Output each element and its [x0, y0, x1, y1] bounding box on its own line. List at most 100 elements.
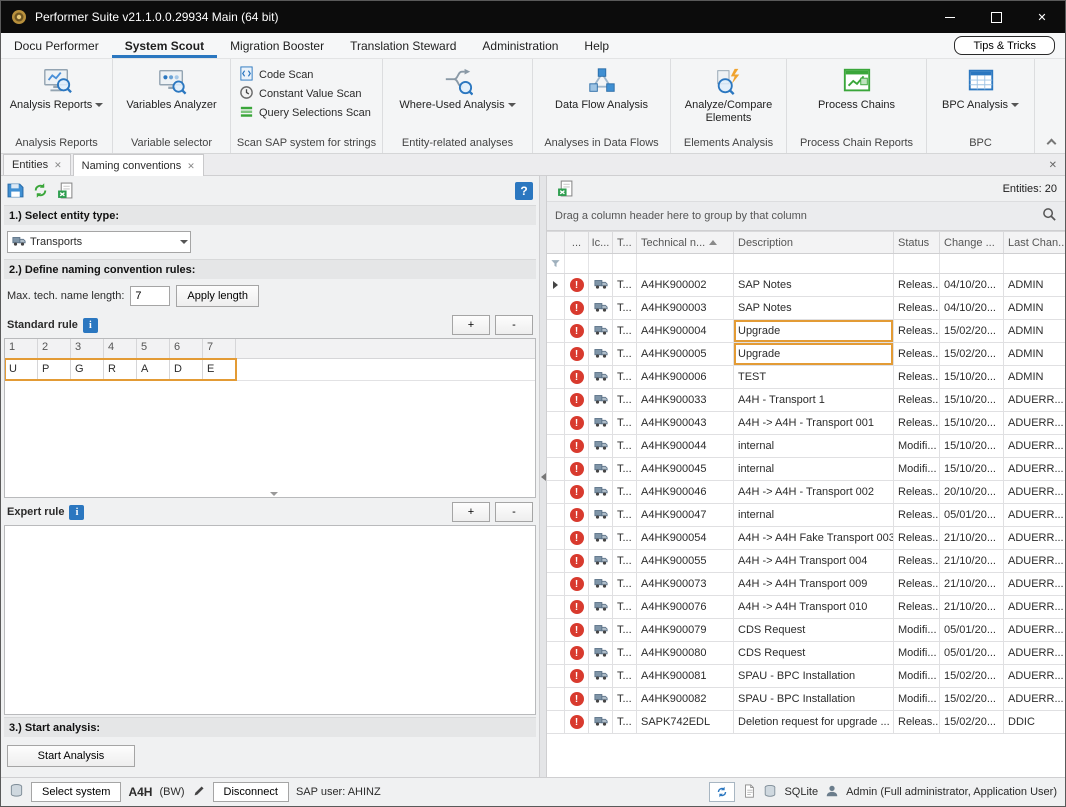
- start-analysis-button[interactable]: Start Analysis: [7, 745, 135, 767]
- column-header-icon[interactable]: Ic...: [589, 232, 613, 253]
- table-row[interactable]: T... A4HK900046 A4H -> A4H - Transport 0…: [547, 481, 1065, 504]
- column-header-change-date[interactable]: Change ...: [940, 232, 1004, 253]
- code-scan-button[interactable]: Code Scan: [239, 65, 313, 84]
- close-tab-icon[interactable]: [187, 160, 195, 172]
- table-row[interactable]: T... A4HK900082 SPAU - BPC Installation …: [547, 688, 1065, 711]
- save-icon[interactable]: [7, 182, 24, 199]
- filter-cell[interactable]: [613, 254, 637, 273]
- table-row[interactable]: T... SAPK742EDL Deletion request for upg…: [547, 711, 1065, 734]
- log-icon[interactable]: [742, 784, 756, 801]
- table-row[interactable]: T... A4HK900047 internal Releas... 05/01…: [547, 504, 1065, 527]
- remove-expert-rule-button[interactable]: -: [495, 502, 533, 522]
- rule-cell[interactable]: D: [170, 359, 203, 381]
- remove-standard-rule-button[interactable]: -: [495, 315, 533, 335]
- close-tab-strip-icon[interactable]: [1049, 159, 1057, 171]
- ribbon-tab[interactable]: Migration Booster: [217, 33, 337, 58]
- rule-column-header[interactable]: 6: [170, 339, 203, 359]
- info-icon[interactable]: [83, 318, 98, 333]
- rule-column-header[interactable]: 5: [137, 339, 170, 359]
- column-header-state[interactable]: ...: [565, 232, 589, 253]
- document-tab[interactable]: Naming conventions: [73, 154, 204, 176]
- variables-analyzer-button[interactable]: Variables Analyzer: [113, 63, 230, 114]
- filter-cell[interactable]: [589, 254, 613, 273]
- ribbon-tab[interactable]: Docu Performer: [1, 33, 112, 58]
- rule-column-header[interactable]: 7: [203, 339, 236, 359]
- filter-cell[interactable]: [940, 254, 1004, 273]
- column-header-status[interactable]: Status: [894, 232, 940, 253]
- where-used-analysis-button[interactable]: Where-Used Analysis: [383, 63, 532, 114]
- rule-column-header[interactable]: 4: [104, 339, 137, 359]
- column-header-description[interactable]: Description: [734, 232, 894, 253]
- ribbon-tab[interactable]: Administration: [469, 33, 571, 58]
- disconnect-button[interactable]: Disconnect: [213, 782, 289, 802]
- filter-cell[interactable]: [565, 254, 589, 273]
- apply-length-button[interactable]: Apply length: [176, 285, 259, 307]
- rule-column-header[interactable]: 1: [5, 339, 38, 359]
- rule-cell[interactable]: U: [5, 359, 38, 381]
- table-row[interactable]: T... A4HK900033 A4H - Transport 1 Releas…: [547, 389, 1065, 412]
- pin-icon[interactable]: [192, 784, 206, 801]
- document-tab[interactable]: Entities: [3, 154, 71, 175]
- table-row[interactable]: T... A4HK900043 A4H -> A4H - Transport 0…: [547, 412, 1065, 435]
- select-system-button[interactable]: Select system: [31, 782, 121, 802]
- process-chains-button[interactable]: Process Chains: [787, 63, 926, 114]
- expert-rule-area[interactable]: [4, 525, 536, 715]
- close-button[interactable]: [1019, 1, 1065, 33]
- rule-cell[interactable]: G: [71, 359, 104, 381]
- minimize-button[interactable]: [927, 1, 973, 33]
- filter-cell[interactable]: [1004, 254, 1065, 273]
- maximize-button[interactable]: [973, 1, 1019, 33]
- column-header-technical-name[interactable]: Technical n...: [637, 232, 734, 253]
- filter-cell[interactable]: [637, 254, 734, 273]
- add-expert-rule-button[interactable]: +: [452, 502, 490, 522]
- analyze-compare-elements-button[interactable]: Analyze/Compare Elements: [671, 63, 786, 127]
- export-icon[interactable]: [57, 182, 74, 199]
- query-selections-scan-button[interactable]: Query Selections Scan: [239, 103, 371, 122]
- bpc-analysis-button[interactable]: BPC Analysis: [927, 63, 1034, 114]
- max-length-input[interactable]: [130, 286, 170, 306]
- rule-cell[interactable]: A: [137, 359, 170, 381]
- table-row[interactable]: T... A4HK900045 internal Modifi... 15/10…: [547, 458, 1065, 481]
- column-header-last-changed[interactable]: Last Chan...: [1004, 232, 1065, 253]
- close-tab-icon[interactable]: [54, 159, 62, 171]
- search-icon[interactable]: [1042, 207, 1057, 225]
- table-row[interactable]: T... A4HK900006 TEST Releas... 15/10/20.…: [547, 366, 1065, 389]
- analysis-reports-button[interactable]: Analysis Reports: [1, 63, 112, 114]
- table-row[interactable]: T... A4HK900073 A4H -> A4H Transport 009…: [547, 573, 1065, 596]
- info-icon[interactable]: [69, 505, 84, 520]
- table-row[interactable]: T... A4HK900004 Upgrade Releas... 15/02/…: [547, 320, 1065, 343]
- constant-value-scan-button[interactable]: Constant Value Scan: [239, 84, 362, 103]
- rule-column-header[interactable]: 3: [71, 339, 104, 359]
- collapse-arrow-icon[interactable]: [270, 492, 278, 496]
- panel-splitter[interactable]: [539, 176, 547, 777]
- collapse-ribbon-icon[interactable]: [1047, 139, 1057, 149]
- export-icon[interactable]: [557, 180, 574, 197]
- entity-type-dropdown[interactable]: Transports: [7, 231, 191, 253]
- table-row[interactable]: T... A4HK900080 CDS Request Modifi... 05…: [547, 642, 1065, 665]
- table-row[interactable]: T... A4HK900002 SAP Notes Releas... 04/1…: [547, 274, 1065, 297]
- help-icon[interactable]: [515, 182, 533, 200]
- refresh-icon[interactable]: [32, 182, 49, 199]
- ribbon-tab[interactable]: System Scout: [112, 33, 217, 58]
- column-header-type[interactable]: T...: [613, 232, 637, 253]
- table-row[interactable]: T... A4HK900005 Upgrade Releas... 15/02/…: [547, 343, 1065, 366]
- ribbon-tab[interactable]: Translation Steward: [337, 33, 469, 58]
- table-row[interactable]: T... A4HK900003 SAP Notes Releas... 04/1…: [547, 297, 1065, 320]
- table-row[interactable]: T... A4HK900079 CDS Request Modifi... 05…: [547, 619, 1065, 642]
- rule-cell[interactable]: P: [38, 359, 71, 381]
- group-by-bar[interactable]: Drag a column header here to group by th…: [547, 201, 1065, 231]
- table-row[interactable]: T... A4HK900044 internal Modifi... 15/10…: [547, 435, 1065, 458]
- data-flow-analysis-button[interactable]: Data Flow Analysis: [533, 63, 670, 114]
- filter-cell[interactable]: [734, 254, 894, 273]
- table-row[interactable]: T... A4HK900081 SPAU - BPC Installation …: [547, 665, 1065, 688]
- table-row[interactable]: T... A4HK900055 A4H -> A4H Transport 004…: [547, 550, 1065, 573]
- refresh-status-button[interactable]: [709, 782, 735, 802]
- filter-cell[interactable]: [894, 254, 940, 273]
- table-row[interactable]: T... A4HK900054 A4H -> A4H Fake Transpor…: [547, 527, 1065, 550]
- ribbon-tab[interactable]: Help: [571, 33, 622, 58]
- add-standard-rule-button[interactable]: +: [452, 315, 490, 335]
- table-row[interactable]: T... A4HK900076 A4H -> A4H Transport 010…: [547, 596, 1065, 619]
- rule-cell[interactable]: R: [104, 359, 137, 381]
- rule-column-header[interactable]: 2: [38, 339, 71, 359]
- rule-cell[interactable]: E: [203, 359, 236, 381]
